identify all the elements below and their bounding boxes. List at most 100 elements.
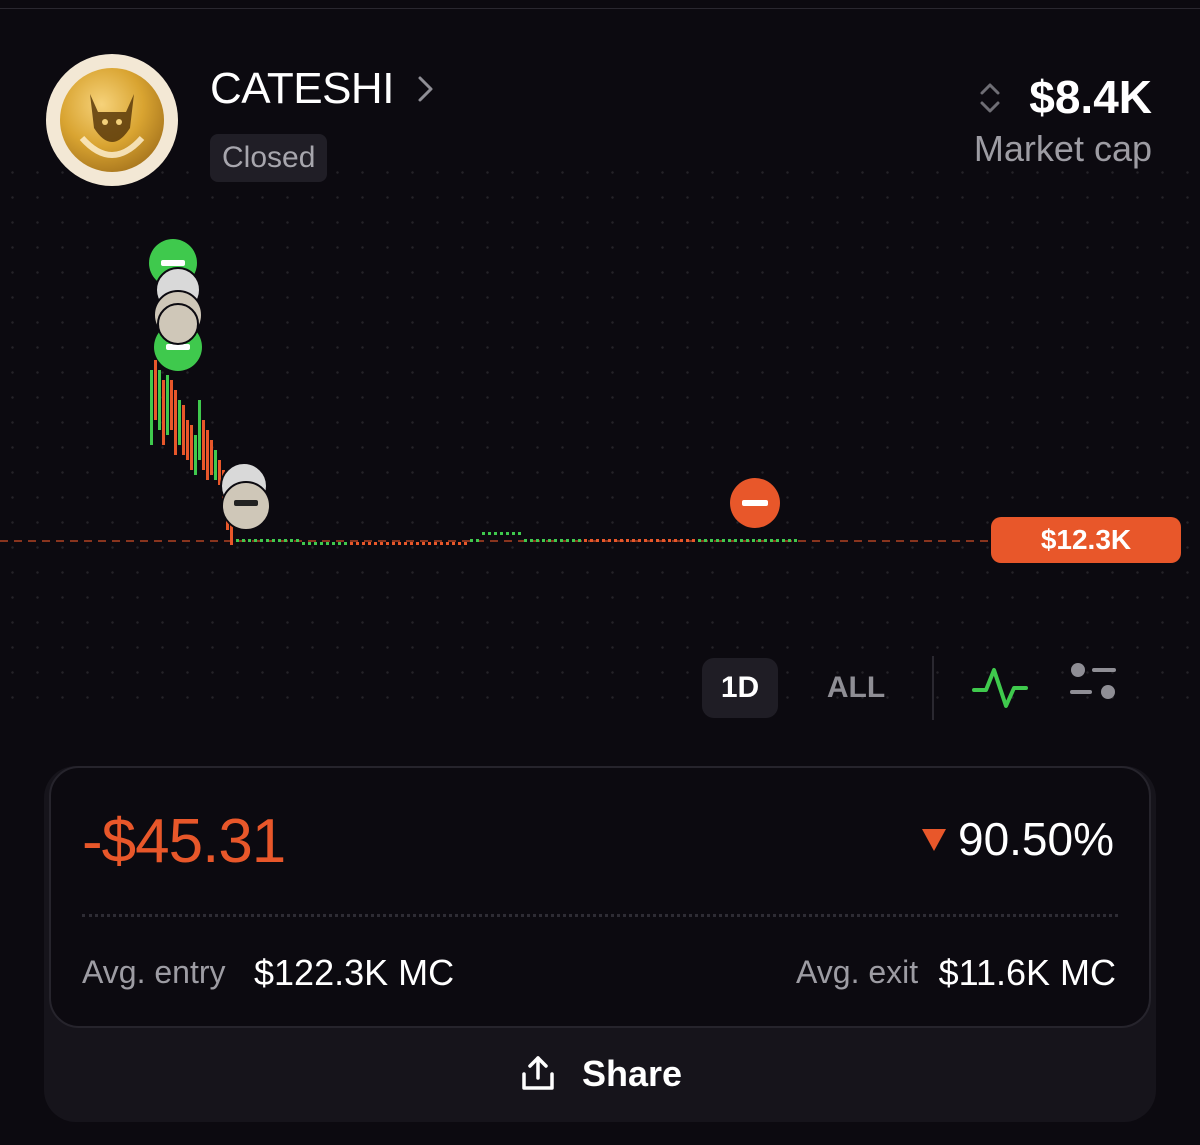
candle	[704, 539, 707, 542]
candle	[166, 375, 169, 435]
candle	[202, 420, 205, 470]
candle	[356, 542, 359, 545]
current-price-label: $12.3K	[991, 517, 1181, 563]
candle	[170, 380, 173, 430]
candle	[626, 539, 629, 542]
candle	[566, 539, 569, 542]
share-button[interactable]: Share	[44, 1032, 1156, 1116]
avg-entry-value: $122.3K MC	[254, 952, 455, 993]
candle	[500, 532, 503, 535]
candle	[524, 539, 527, 542]
candle	[668, 539, 671, 542]
candle	[428, 542, 431, 545]
candle	[596, 539, 599, 542]
candle	[650, 539, 653, 542]
candle	[326, 542, 329, 545]
candle	[530, 539, 533, 542]
candle	[374, 542, 377, 545]
candle	[686, 539, 689, 542]
avg-exit-label: Avg. exit	[796, 954, 919, 990]
candle	[410, 542, 413, 545]
candle	[272, 539, 275, 542]
sell-marker-icon[interactable]	[730, 478, 780, 528]
candle	[722, 539, 725, 542]
candle	[572, 539, 575, 542]
candle	[464, 542, 467, 545]
share-icon	[522, 1056, 554, 1090]
trader-avatar[interactable]	[220, 462, 271, 531]
candle	[254, 539, 257, 542]
controls-divider	[932, 656, 934, 720]
candle	[194, 435, 197, 475]
candle	[776, 539, 779, 542]
candle	[758, 539, 761, 542]
candle	[162, 380, 165, 445]
candle	[794, 539, 797, 542]
candle	[554, 539, 557, 542]
candle	[422, 542, 425, 545]
candle	[186, 420, 189, 460]
candle	[620, 539, 623, 542]
candle	[494, 532, 497, 535]
buy-marker-icon[interactable]	[154, 303, 202, 371]
candle	[308, 542, 311, 545]
candle	[206, 430, 209, 480]
candle	[470, 539, 473, 542]
candle	[734, 539, 737, 542]
candle	[458, 542, 461, 545]
pnl-percent-value: 90.50%	[957, 813, 1114, 865]
candle	[518, 532, 521, 535]
candle	[584, 539, 587, 542]
cat-hood-logo-icon	[60, 68, 164, 172]
candle	[178, 400, 181, 445]
candle	[788, 539, 791, 542]
top-divider	[0, 8, 1200, 9]
timeframe-1d-button[interactable]: 1D	[702, 658, 778, 718]
market-cap-value: $8.4K	[1029, 71, 1152, 123]
candle	[782, 539, 785, 542]
token-name[interactable]: CATESHI	[210, 64, 394, 114]
pnl-value: -$45.31	[82, 807, 286, 876]
candle	[350, 542, 353, 545]
candle	[506, 532, 509, 535]
candle	[728, 539, 731, 542]
candle	[398, 542, 401, 545]
candle	[608, 539, 611, 542]
candle	[680, 539, 683, 542]
candle	[764, 539, 767, 542]
sort-toggle-icon[interactable]	[976, 80, 1004, 116]
candle	[242, 539, 245, 542]
candle	[740, 539, 743, 542]
candle	[560, 539, 563, 542]
chevron-right-icon[interactable]	[414, 72, 438, 106]
candle	[452, 542, 455, 545]
candle	[210, 440, 213, 475]
candle	[380, 542, 383, 545]
candle	[416, 542, 419, 545]
candle	[692, 539, 695, 542]
token-logo	[46, 54, 178, 186]
line-chart-icon[interactable]	[970, 660, 1030, 716]
candle	[548, 539, 551, 542]
candle	[386, 542, 389, 545]
sliders-icon[interactable]	[1068, 660, 1120, 704]
avg-entry-label: Avg. entry	[82, 954, 226, 990]
candle	[440, 542, 443, 545]
candle	[404, 542, 407, 545]
candle	[392, 542, 395, 545]
avg-exit-value: $11.6K MC	[938, 952, 1116, 993]
share-label: Share	[581, 1053, 683, 1094]
candle	[746, 539, 749, 542]
candle	[362, 542, 365, 545]
candle	[278, 539, 281, 542]
candle	[644, 539, 647, 542]
candle	[476, 539, 479, 542]
candle	[236, 539, 239, 542]
candle	[154, 360, 157, 420]
candle	[296, 539, 299, 542]
candle	[284, 539, 287, 542]
candle	[290, 539, 293, 542]
candle	[710, 539, 713, 542]
candle	[770, 539, 773, 542]
timeframe-all-button[interactable]: ALL	[818, 658, 894, 718]
